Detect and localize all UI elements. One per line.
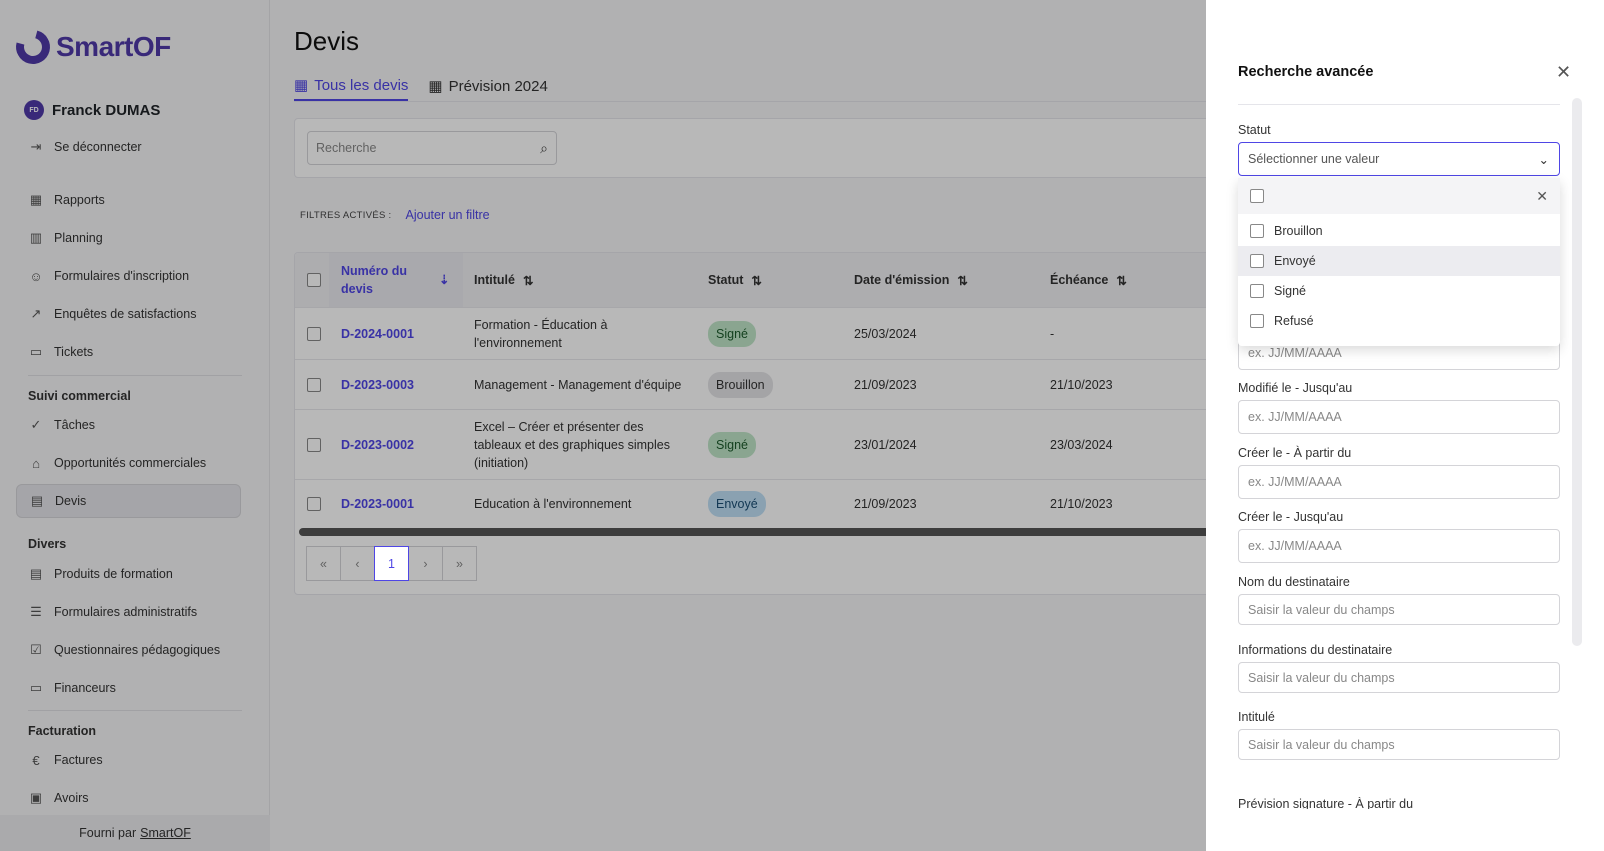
modal-overlay[interactable] <box>0 0 1206 851</box>
checkbox[interactable] <box>1250 284 1264 298</box>
field-label: Créer le - À partir du <box>1238 446 1352 460</box>
vertical-scrollbar[interactable] <box>1572 98 1582 646</box>
close-icon[interactable]: ✕ <box>1556 62 1571 83</box>
nom-destinataire-field[interactable]: Saisir la valeur du champs <box>1238 594 1560 625</box>
option-brouillon[interactable]: Brouillon <box>1238 216 1560 246</box>
modifie-jusquau-field[interactable]: ex. JJ/MM/AAAA <box>1238 400 1560 434</box>
page-button-current[interactable]: 1 <box>374 546 409 581</box>
field-label: Prévision signature - À partir du <box>1238 797 1414 809</box>
drawer-title: Recherche avancée <box>1238 64 1374 80</box>
option-signe[interactable]: Signé <box>1238 276 1560 306</box>
intitule-field[interactable]: Saisir la valeur du champs <box>1238 729 1560 760</box>
field-label: Intitulé <box>1238 710 1275 724</box>
field-label: Nom du destinataire <box>1238 575 1350 589</box>
statut-label: Statut <box>1238 123 1271 137</box>
chevron-down-icon: ⌄ <box>1538 152 1549 167</box>
field-label: Informations du destinataire <box>1238 643 1393 657</box>
option-label: Brouillon <box>1274 224 1323 238</box>
field-label: Modifié le - Jusqu'au <box>1238 381 1353 395</box>
checkbox[interactable] <box>1250 224 1264 238</box>
select-all-checkbox[interactable] <box>1250 189 1264 203</box>
cree-a-partir-du-field[interactable]: ex. JJ/MM/AAAA <box>1238 465 1560 499</box>
cree-jusquau-field[interactable]: ex. JJ/MM/AAAA <box>1238 529 1560 563</box>
advanced-search-drawer: Recherche avancée ✕ Statut Sélectionner … <box>1206 0 1604 851</box>
select-placeholder: Sélectionner une valeur <box>1248 152 1380 166</box>
statut-select[interactable]: Sélectionner une valeur ⌄ <box>1238 142 1560 176</box>
field-label: Créer le - Jusqu'au <box>1238 510 1344 524</box>
dropdown-header: ✕ <box>1238 178 1560 214</box>
divider <box>1238 104 1560 105</box>
checkbox[interactable] <box>1250 254 1264 268</box>
option-label: Refusé <box>1274 314 1314 328</box>
close-icon[interactable]: ✕ <box>1536 188 1548 205</box>
informations-destinataire-field[interactable]: Saisir la valeur du champs <box>1238 662 1560 693</box>
option-refuse[interactable]: Refusé <box>1238 306 1560 336</box>
statut-dropdown-menu: ✕ Brouillon Envoyé Signé Refusé <box>1238 178 1560 346</box>
option-envoye[interactable]: Envoyé <box>1238 246 1560 276</box>
checkbox[interactable] <box>1250 314 1264 328</box>
option-label: Envoyé <box>1274 254 1316 268</box>
option-label: Signé <box>1274 284 1306 298</box>
